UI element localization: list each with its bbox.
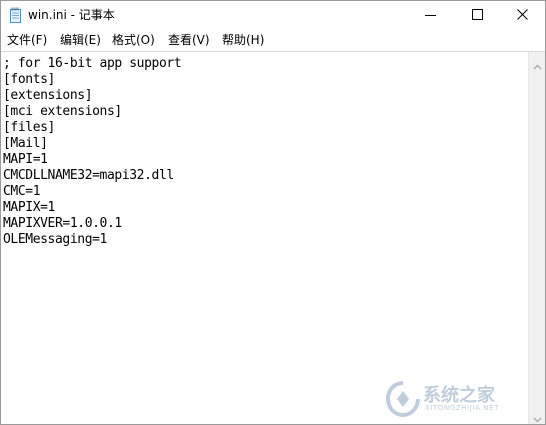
minimize-icon [425, 15, 436, 16]
close-icon [517, 9, 528, 20]
site-watermark: 系统之家 XITONGZHIJIA.NET [383, 379, 533, 419]
menu-view[interactable]: 查看(V) [168, 32, 210, 49]
text-line: [Mail] [3, 136, 48, 151]
menu-help[interactable]: 帮助(H) [222, 32, 264, 49]
maximize-icon [472, 9, 483, 20]
text-line: MAPIXVER=1.0.0.1 [3, 216, 122, 231]
notepad-window: win.ini - 记事本 文件(F) 编辑(E) 格式(O) 查看(V) 帮助… [0, 0, 546, 425]
vertical-scrollbar[interactable] [528, 52, 545, 424]
text-line: CMCDLLNAME32=mapi32.dll [3, 168, 174, 183]
text-line: [mci extensions] [3, 104, 122, 119]
close-button[interactable] [501, 1, 545, 29]
menu-file[interactable]: 文件(F) [7, 32, 47, 49]
text-line: ; for 16-bit app support [3, 56, 182, 71]
text-line: [fonts] [3, 72, 55, 87]
text-line: OLEMessaging=1 [3, 232, 107, 247]
text-line: CMC=1 [3, 184, 41, 199]
maximize-button[interactable] [456, 1, 500, 29]
text-line: MAPI=1 [3, 152, 48, 167]
watermark-logo-icon [385, 381, 420, 417]
menu-edit[interactable]: 编辑(E) [60, 32, 101, 49]
text-line: [files] [3, 120, 55, 135]
title-bar[interactable]: win.ini - 记事本 [1, 1, 545, 29]
window-title: win.ini - 记事本 [28, 8, 115, 22]
menu-bar: 文件(F) 编辑(E) 格式(O) 查看(V) 帮助(H) [1, 31, 545, 50]
text-editor[interactable]: ; for 16-bit app support [fonts] [extens… [1, 52, 528, 424]
scroll-up-arrow-icon[interactable] [533, 57, 542, 70]
minimize-button[interactable] [409, 1, 453, 29]
text-line: MAPIX=1 [3, 200, 55, 215]
scroll-down-arrow-icon[interactable] [533, 409, 542, 423]
notepad-icon[interactable] [9, 7, 22, 23]
watermark-site: XITONGZHIJIA.NET [425, 404, 499, 412]
text-line: [extensions] [3, 88, 93, 103]
menu-format[interactable]: 格式(O) [112, 32, 155, 49]
